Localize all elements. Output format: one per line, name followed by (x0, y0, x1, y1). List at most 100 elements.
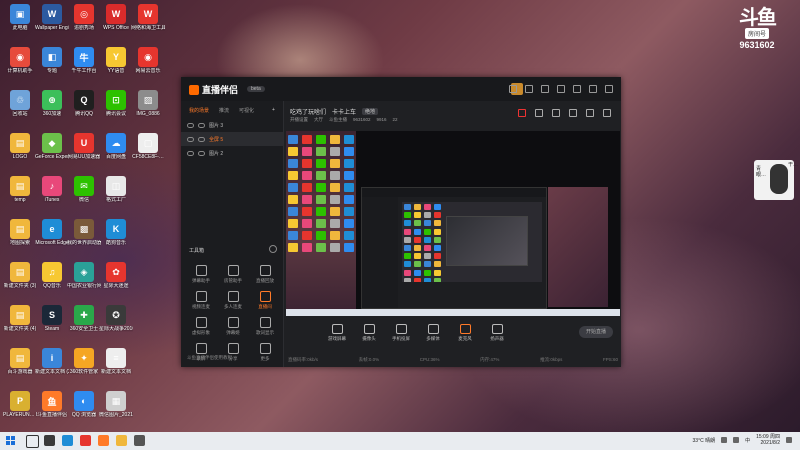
gift-icon[interactable] (518, 109, 526, 117)
desktop-icon[interactable]: Q 腾讯QQ (67, 88, 101, 130)
desktop-icon[interactable]: 牛千牛工作台 (67, 45, 101, 87)
start-live-button[interactable]: 开始直播 (579, 326, 613, 338)
desktop-icon[interactable]: ▤ temp (3, 174, 37, 216)
desktop-icon[interactable]: ▦微信图片_2021082… (99, 389, 133, 431)
windows-start-icon[interactable] (6, 436, 15, 445)
desktop-icon[interactable]: ▤ LOGO (3, 131, 37, 173)
douyu-taskbar-icon[interactable] (98, 435, 109, 446)
notification-icon[interactable] (786, 437, 792, 443)
bell-icon[interactable] (569, 109, 577, 117)
desktop-icon[interactable]: ▨ IMG_0886 (131, 88, 165, 130)
version-badge[interactable]: beta (247, 86, 265, 92)
settings-icon-2[interactable] (586, 109, 594, 117)
menu-icon[interactable] (557, 85, 565, 93)
desktop-icon[interactable]: ◉ 计算机助手 (3, 45, 37, 87)
desktop-icon[interactable]: ▤ 地图探索 (3, 217, 37, 259)
tool-button[interactable]: 房管助手 (217, 264, 249, 286)
tool-button[interactable]: 更多 (249, 342, 281, 364)
desktop-icon[interactable]: PPLAYERUN… BATTLEGR… (3, 389, 37, 431)
desktop-icon[interactable]: ♪ iTunes (35, 174, 69, 216)
share-icon[interactable] (603, 109, 611, 117)
desktop-icon[interactable]: W网络和海卫工具体验版 (131, 2, 165, 44)
desktop-icon[interactable]: ◆GeForce Experience (35, 131, 69, 173)
network-icon[interactable] (721, 437, 728, 443)
message-icon[interactable] (509, 85, 517, 93)
desktop-icon[interactable]: K 酷狗音乐 (99, 217, 133, 259)
box-icon[interactable] (535, 109, 543, 117)
close-icon[interactable] (605, 85, 613, 93)
desktop-icon[interactable]: ♫ QQ音乐 (35, 260, 69, 302)
desktop-icon[interactable]: ◎ 追剧秀场 (67, 2, 101, 44)
tool-button[interactable]: 多人连麦 (217, 290, 249, 312)
stream-preview[interactable] (286, 131, 620, 316)
tool-button[interactable]: 歌词显示 (249, 316, 281, 338)
desktop-icon[interactable]: ☁ 百度网盘 (99, 131, 133, 173)
desktop-icon[interactable]: WWallpaper Engine:… (35, 2, 69, 44)
desktop-icon[interactable]: ▣ 此电脑 (3, 2, 37, 44)
desktop-icon[interactable]: ✚ 360安全卫士 (67, 303, 101, 345)
chat-icon[interactable] (552, 109, 560, 117)
desktop-icon[interactable]: ◉ 网易云音乐 (131, 45, 165, 87)
lock-icon[interactable] (198, 122, 205, 128)
desktop-icon[interactable]: ◈中国农业银行网银助手 (67, 260, 101, 302)
category-badge[interactable]: 绝地 (362, 108, 379, 115)
settings-icon[interactable] (541, 85, 549, 93)
desktop-icon[interactable]: S Steam (35, 303, 69, 345)
scene-item[interactable]: 图片 3 (181, 118, 283, 132)
scene-item[interactable]: 图片 2 (181, 146, 283, 160)
netease-taskbar-icon[interactable] (80, 435, 91, 446)
tab-my-scenes[interactable]: 我的场景 (189, 107, 209, 114)
tool-button[interactable]: 直播间 (249, 290, 281, 312)
tab-visual[interactable]: 可视化 (239, 107, 254, 114)
desktop-icon[interactable]: ◧ 专题 (35, 45, 69, 87)
meta-settings[interactable]: 开播设置 (290, 117, 308, 123)
desktop-icon[interactable]: ✦ 360软件管家 (67, 346, 101, 388)
source-control[interactable]: 手机投屏 (392, 320, 410, 342)
weather-text[interactable]: 33°C 晴朗 (693, 437, 716, 444)
tool-button[interactable]: 直播回放 (249, 264, 281, 286)
skin-icon[interactable] (525, 85, 533, 93)
desktop-icon[interactable]: ◫ 格式工厂 (99, 174, 133, 216)
maximize-icon[interactable] (589, 85, 597, 93)
desktop-icon[interactable]: i 新建文本文档 (2) (35, 346, 69, 388)
edge-taskbar-icon[interactable] (62, 435, 73, 446)
desktop-icon[interactable]: ▢ CF58CE8F-… (131, 131, 165, 173)
task-view-icon[interactable] (44, 435, 55, 446)
desktop-icon[interactable]: ✪星际大战争2010年度版 (99, 303, 133, 345)
clock[interactable]: 15:09 周四 2021/8/2 (756, 434, 780, 446)
explorer-taskbar-icon[interactable] (116, 435, 127, 446)
toolbox-settings-icon[interactable] (269, 245, 277, 253)
desktop-icon[interactable]: ▤ 百斗游戏器 (3, 346, 37, 388)
eye-icon[interactable] (187, 122, 194, 128)
source-control[interactable]: 多媒体 (424, 320, 442, 342)
tool-button[interactable]: 视频连麦 (185, 290, 217, 312)
desktop-icon[interactable]: 鱼斗鱼直播伴侣 (35, 389, 69, 431)
desktop-icon[interactable]: ♲ 回收站 (3, 88, 37, 130)
desktop-icon[interactable]: ✿ 星际大迷途 (99, 260, 133, 302)
stream-title[interactable]: 吃鸡了玩啥们 (290, 107, 326, 116)
lock-icon[interactable] (198, 150, 205, 156)
tab-stream[interactable]: 推流 (219, 107, 229, 114)
tool-button[interactable]: 虚拟形象 (185, 316, 217, 338)
desktop-icon[interactable]: ▤ 新建文件夹 (3) (3, 260, 37, 302)
tutorial-link[interactable]: 斗鱼直播伴侣使用教程 (187, 355, 232, 361)
minimize-icon[interactable] (573, 85, 581, 93)
tool-button[interactable]: 弹幕姬 (217, 316, 249, 338)
desktop-icon[interactable]: ⊕ 360加速 (35, 88, 69, 130)
tool-button[interactable]: 弹幕助手 (185, 264, 217, 286)
eye-icon[interactable] (187, 136, 194, 142)
add-scene-icon[interactable]: + (272, 107, 275, 114)
eye-icon[interactable] (187, 150, 194, 156)
desktop-icon[interactable]: U 网易UU加速器 (67, 131, 101, 173)
source-control[interactable]: 游戏屏幕 (328, 320, 346, 342)
lock-icon[interactable] (198, 136, 205, 142)
source-control[interactable]: 摄像头 (360, 320, 378, 342)
search-icon[interactable] (26, 435, 39, 448)
desktop-icon[interactable]: ▤ 新建文件夹 (4) (3, 303, 37, 345)
scene-item[interactable]: 全屏 5 (181, 132, 283, 146)
desktop-icon[interactable]: Y YY语音 (99, 45, 133, 87)
desktop-icon[interactable]: ▩ 我的世界启动器 (67, 217, 101, 259)
input-lang[interactable]: 中 (745, 437, 750, 444)
source-control[interactable]: 麦克风 (456, 320, 474, 342)
steam-taskbar-icon[interactable] (134, 435, 145, 446)
